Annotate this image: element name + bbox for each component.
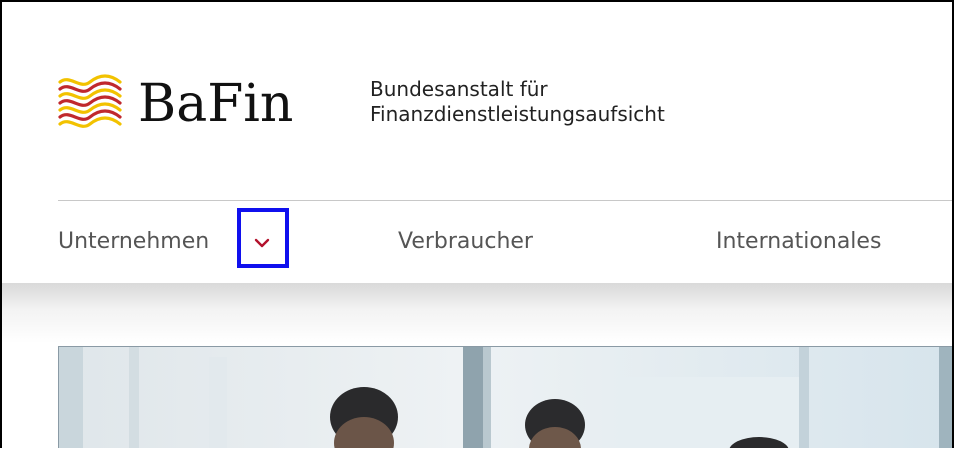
main-navigation: Unternehmen Verbraucher Internationales bbox=[2, 201, 952, 283]
tagline-line-2: Finanzdienstleistungsaufsicht bbox=[370, 102, 665, 126]
nav-item-internationales[interactable]: Internationales bbox=[716, 225, 881, 259]
site-header: BaFin Bundesanstalt für Finanzdienstleis… bbox=[2, 2, 952, 200]
bafin-tagline: Bundesanstalt für Finanzdienstleistungsa… bbox=[370, 77, 665, 127]
hero-photo bbox=[59, 347, 952, 448]
nav-item-verbraucher[interactable]: Verbraucher bbox=[398, 225, 533, 259]
bafin-logo-waves[interactable] bbox=[54, 68, 126, 140]
tagline-line-1: Bundesanstalt für bbox=[370, 77, 548, 101]
bafin-wordmark[interactable]: BaFin bbox=[138, 68, 293, 140]
hero-image bbox=[58, 346, 952, 448]
browser-viewport: BaFin Bundesanstalt für Finanzdienstleis… bbox=[0, 0, 954, 448]
click-target-highlight bbox=[237, 208, 289, 268]
nav-shadow bbox=[2, 283, 952, 343]
nav-item-unternehmen[interactable]: Unternehmen bbox=[58, 225, 209, 259]
